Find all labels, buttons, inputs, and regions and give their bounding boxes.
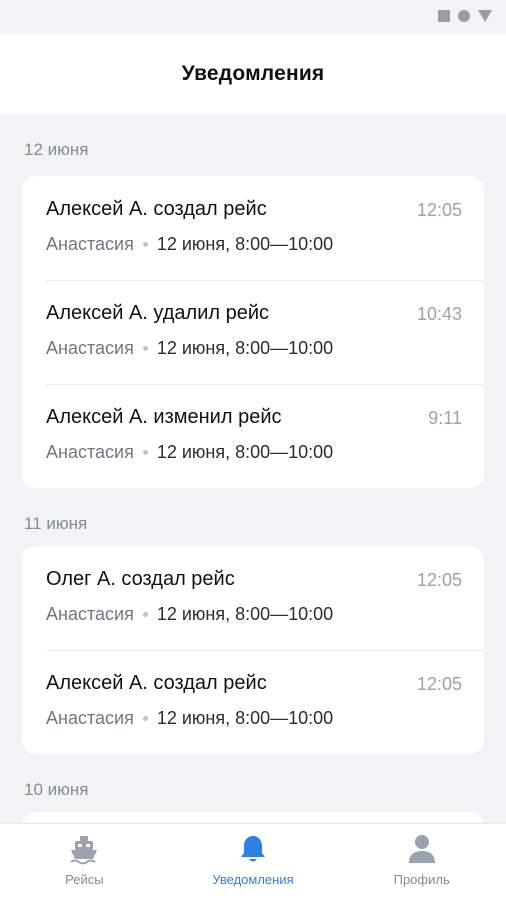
ship-icon [70, 836, 98, 865]
notification-person: Анастасия [46, 442, 134, 462]
notification-details: 12 июня, 8:00—10:00 [156, 708, 334, 728]
notification-time: 12:05 [416, 674, 462, 694]
tab-trips[interactable]: Рейсы [0, 824, 169, 900]
notification-group-card: Алексей А. создал рейс 12:05 Анастасия 1… [22, 176, 484, 488]
notification-person: Анастасия [46, 234, 134, 254]
separator-dot [142, 450, 148, 455]
notification-item[interactable]: Олег А. создал рейс 12:05 Анастасия 12 и… [22, 546, 484, 650]
signal-triangle-icon [478, 10, 492, 22]
notification-item[interactable]: Алексей А. изменил рейс 9:11 Анастасия 1… [22, 384, 484, 488]
notification-title: Алексей А. создал рейс [46, 672, 267, 694]
notification-subtitle: Анастасия 12 июня, 8:00—10:00 [46, 708, 333, 729]
notification-person: Анастасия [46, 338, 134, 358]
group-date: 10 июня [24, 780, 89, 799]
tab-profile[interactable]: Профиль [337, 824, 506, 900]
separator-dot [142, 612, 148, 617]
separator-dot [142, 346, 148, 351]
notification-title: Алексей А. удалил рейс [46, 302, 270, 324]
notifications-screen: Уведомления 12 июня Алексей А. создал ре… [0, 0, 506, 900]
separator-dot [142, 716, 148, 721]
notification-subtitle: Анастасия 12 июня, 8:00—10:00 [46, 234, 333, 255]
notification-time: 12:05 [416, 200, 462, 220]
notification-group-card: Олег А. создал рейс 12:05 Анастасия 12 и… [22, 546, 484, 754]
group-date: 11 июня [24, 514, 88, 533]
bell-icon [241, 836, 265, 862]
notification-subtitle: Анастасия 12 июня, 8:00—10:00 [46, 604, 333, 625]
record-circle-icon [458, 10, 470, 22]
status-icons [438, 10, 492, 22]
stop-square-icon [438, 10, 450, 22]
notification-title: Алексей А. изменил рейс [46, 406, 282, 428]
notification-subtitle: Анастасия 12 июня, 8:00—10:00 [46, 338, 333, 359]
tab-label: Уведомления [212, 872, 294, 887]
notification-details: 12 июня, 8:00—10:00 [156, 234, 334, 254]
notification-details: 12 июня, 8:00—10:00 [156, 338, 334, 358]
page-title: Уведомления [181, 62, 325, 85]
notification-title: Алексей А. создал рейс [46, 198, 267, 220]
notification-item[interactable]: Алексей А. создал рейс 12:05 Анастасия 1… [22, 650, 484, 754]
separator-dot [142, 242, 148, 247]
notification-person: Анастасия [46, 708, 134, 728]
notification-details: 12 июня, 8:00—10:00 [156, 442, 334, 462]
user-icon [408, 835, 435, 863]
notification-time: 10:43 [416, 304, 462, 324]
notification-subtitle: Анастасия 12 июня, 8:00—10:00 [46, 442, 333, 463]
notification-item[interactable]: Алексей А. удалил рейс 10:43 Анастасия 1… [22, 280, 484, 384]
notification-person: Анастасия [46, 604, 134, 624]
notification-time: 9:11 [428, 408, 462, 428]
tab-label: Рейсы [65, 872, 104, 887]
notification-time: 12:05 [416, 570, 462, 590]
status-bar [0, 0, 506, 34]
notifications-list[interactable]: 12 июня Алексей А. создал рейс 12:05 Ана… [0, 114, 506, 824]
notification-details: 12 июня, 8:00—10:00 [156, 604, 334, 624]
tab-label: Профиль [393, 872, 450, 887]
bottom-tab-bar: Рейсы Уведомления Профиль [0, 823, 506, 900]
tab-notifications[interactable]: Уведомления [169, 824, 338, 900]
group-date: 12 июня [24, 140, 89, 159]
notification-title: Олег А. создал рейс [46, 568, 235, 590]
header: Уведомления [0, 34, 506, 114]
notification-item[interactable]: Алексей А. создал рейс 12:05 Анастасия 1… [22, 176, 484, 280]
